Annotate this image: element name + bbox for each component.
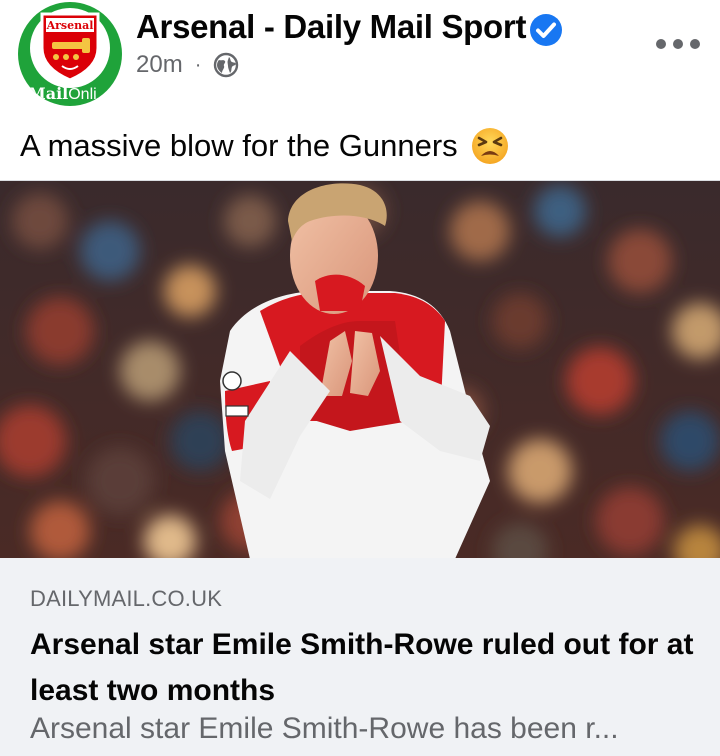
page-name-link[interactable]: Arsenal - Daily Mail Sport <box>136 8 526 46</box>
arsenal-crest-icon: Arsenal <box>40 12 100 82</box>
link-preview-card[interactable]: DAILYMAIL.CO.UK Arsenal star Emile Smith… <box>0 558 720 756</box>
post-header: Arsenal MailOnli Arsenal - Daily Mail Sp… <box>0 0 720 110</box>
tired-face-emoji-icon <box>471 128 508 164</box>
football-player-photo <box>0 181 720 558</box>
crest-text: Arsenal <box>46 19 94 32</box>
more-dot <box>656 39 666 49</box>
verified-badge-icon <box>530 14 562 46</box>
meta-separator: · <box>194 53 202 76</box>
link-description: Arsenal star Emile Smith-Rowe has been r… <box>30 712 619 745</box>
dailymail-brand-mark: MailOnli <box>28 84 122 106</box>
globe-icon[interactable] <box>213 52 239 78</box>
more-options-icon[interactable] <box>656 32 700 56</box>
caption-text: A massive blow for the Gunners <box>20 128 458 163</box>
post-caption: A massive blow for the Gunners <box>20 124 510 168</box>
page-avatar[interactable]: Arsenal MailOnli <box>18 2 122 106</box>
link-domain: DAILYMAIL.CO.UK <box>30 586 223 611</box>
post-photo[interactable] <box>0 180 720 558</box>
post-timestamp[interactable]: 20m <box>136 51 183 79</box>
facebook-post: Arsenal MailOnli Arsenal - Daily Mail Sp… <box>0 0 720 756</box>
more-dot <box>673 39 683 49</box>
link-headline[interactable]: Arsenal star Emile Smith-Rowe ruled out … <box>30 622 710 714</box>
more-dot <box>690 39 700 49</box>
post-meta: 20m · <box>136 50 239 80</box>
brand-bold-text: Mail <box>28 84 69 103</box>
brand-light-text: Onli <box>68 86 97 103</box>
